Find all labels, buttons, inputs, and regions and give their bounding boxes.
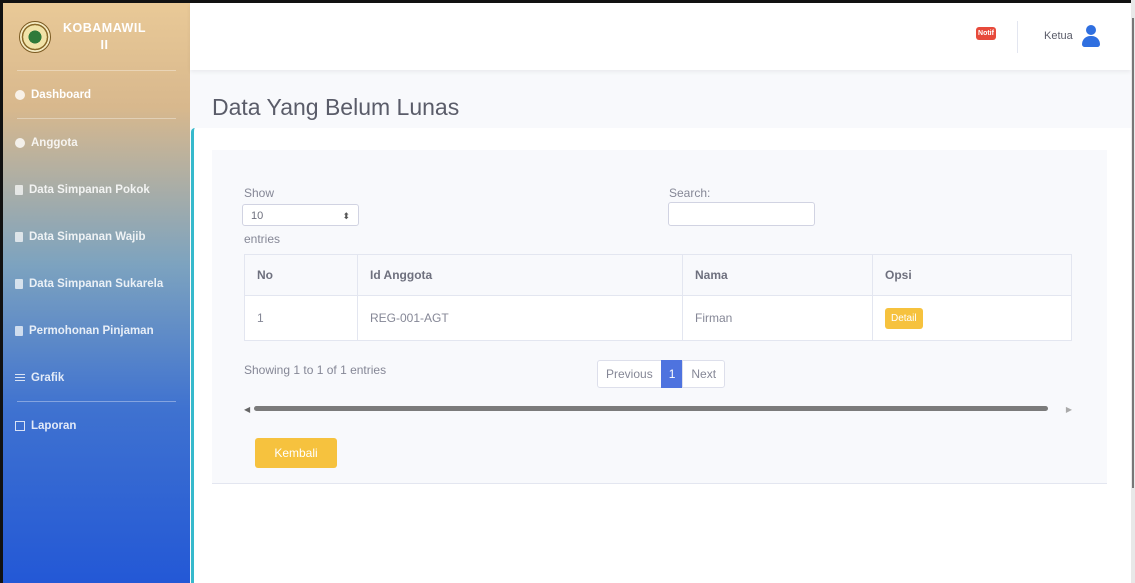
sidebar-item-anggota[interactable]: Anggota	[3, 119, 190, 166]
sidebar-item-label: Dashboard	[31, 88, 92, 101]
sidebar-item-label: Anggota	[31, 136, 78, 149]
list-icon	[15, 374, 25, 381]
column-header-id-anggota[interactable]: Id Anggota	[357, 254, 683, 296]
user-name[interactable]: Ketua	[1044, 30, 1073, 42]
sidebar-item-label: Data Simpanan Wajib	[29, 230, 146, 243]
content-card: Show 10 ⬍ entries Search: No Id Anggota …	[191, 128, 1132, 583]
sidebar-item-label: Permohonan Pinjaman	[29, 324, 154, 337]
document-icon	[15, 231, 23, 242]
pagination: Previous 1 Next	[597, 360, 726, 388]
cell-nama: Firman	[682, 295, 873, 341]
data-table: No Id Anggota Nama Opsi 1 REG-001-AGT Fi…	[244, 254, 1072, 341]
scrollbar-thumb[interactable]	[254, 406, 1048, 411]
sidebar-item-laporan[interactable]: Laporan	[3, 402, 190, 449]
cell-opsi: Detail	[872, 295, 1072, 341]
table-info: Showing 1 to 1 of 1 entries	[244, 363, 387, 377]
page-title: Data Yang Belum Lunas	[212, 94, 460, 120]
pagination-page-1[interactable]: 1	[660, 360, 684, 388]
sidebar-item-label: Data Simpanan Pokok	[29, 183, 150, 196]
table-panel: Show 10 ⬍ entries Search: No Id Anggota …	[212, 150, 1107, 484]
sidebar-item-grafik[interactable]: Grafik	[3, 354, 190, 401]
page-scrollbar[interactable]	[1131, 0, 1135, 583]
table-row: 1 REG-001-AGT Firman Detail	[244, 295, 1072, 341]
sidebar-item-simpanan-pokok[interactable]: Data Simpanan Pokok	[3, 166, 190, 213]
table-header-row: No Id Anggota Nama Opsi	[244, 254, 1072, 296]
sidebar-item-simpanan-sukarela[interactable]: Data Simpanan Sukarela	[3, 260, 190, 307]
topbar: Notif Ketua	[190, 3, 1131, 70]
user-icon	[15, 137, 25, 148]
entries-label: entries	[244, 232, 281, 246]
page-scrollbar-thumb[interactable]	[1132, 18, 1134, 488]
brand-logo	[19, 20, 51, 53]
document-icon	[15, 278, 23, 289]
dashboard-icon	[15, 89, 25, 100]
sidebar-item-label: Data Simpanan Sukarela	[29, 277, 164, 290]
sidebar-item-label: Laporan	[31, 419, 77, 432]
sidebar-item-label: Grafik	[31, 371, 65, 384]
sidebar-item-permohonan-pinjaman[interactable]: Permohonan Pinjaman	[3, 307, 190, 354]
column-header-opsi[interactable]: Opsi	[872, 254, 1072, 296]
table-icon	[15, 420, 25, 431]
brand-name: KOBAMAWIL II	[63, 20, 146, 52]
scroll-left-icon[interactable]: ◀	[244, 405, 250, 414]
entries-select[interactable]: 10 ⬍	[242, 204, 359, 226]
sidebar-item-simpanan-wajib[interactable]: Data Simpanan Wajib	[3, 213, 190, 260]
window-frame-left	[0, 0, 3, 583]
file-icon	[15, 325, 23, 336]
cell-no: 1	[244, 295, 358, 341]
show-label: Show	[244, 186, 275, 200]
cell-id-anggota: REG-001-AGT	[357, 295, 683, 341]
sidebar: KOBAMAWIL II Dashboard Anggota Data Simp…	[3, 3, 190, 583]
column-header-no[interactable]: No	[244, 254, 358, 296]
column-header-nama[interactable]: Nama	[682, 254, 873, 296]
entries-select-value: 10	[251, 210, 264, 222]
topbar-divider	[1017, 21, 1018, 53]
back-button[interactable]: Kembali	[255, 438, 337, 468]
avatar-body	[1082, 36, 1100, 47]
detail-button[interactable]: Detail	[885, 307, 923, 329]
select-arrow-icon: ⬍	[342, 211, 350, 221]
avatar-head	[1086, 25, 1096, 35]
document-icon	[15, 184, 23, 195]
table-horizontal-scrollbar[interactable]: ◀ ▶	[244, 404, 1072, 414]
pagination-next[interactable]: Next	[682, 360, 726, 388]
user-avatar-icon[interactable]	[1080, 24, 1102, 48]
search-label: Search:	[669, 186, 711, 200]
search-input[interactable]	[668, 202, 815, 226]
notification-badge[interactable]: Notif	[976, 27, 996, 40]
brand[interactable]: KOBAMAWIL II	[3, 3, 190, 70]
sidebar-item-dashboard[interactable]: Dashboard	[3, 71, 190, 118]
scroll-right-icon[interactable]: ▶	[1066, 405, 1072, 414]
window-frame-top	[0, 0, 1135, 3]
pagination-previous[interactable]: Previous	[597, 360, 662, 388]
